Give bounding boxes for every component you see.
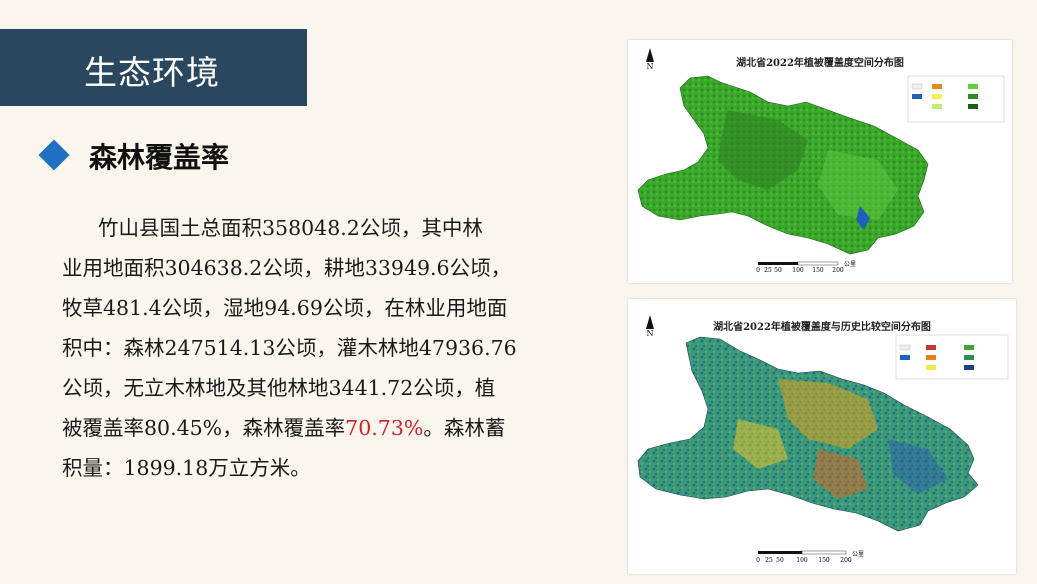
paragraph-line: 竹山县国土总面积358048.2公顷，其中林 (98, 216, 483, 240)
paragraph-line: 积量：1899.18万立方米。 (62, 456, 311, 480)
scale-label: 50 (776, 557, 784, 564)
paragraph-line: 积中：森林247514.13公顷，灌木林地47936.76 (62, 336, 517, 360)
paragraph-text: 被覆盖率80.45%，森林覆盖率 (62, 416, 346, 440)
body-paragraph: 竹山县国土总面积358048.2公顷，其中林 业用地面积304638.2公顷，耕… (62, 208, 517, 488)
scale-label: 200 (832, 267, 844, 274)
scale-label: 0 (756, 267, 760, 274)
north-arrow-icon: N (644, 48, 656, 71)
scale-label: 25 (765, 557, 773, 564)
north-arrow-icon: N (644, 315, 656, 338)
map-title: 湖北省2022年植被覆盖度空间分布图 (736, 58, 904, 69)
vegetation-coverage-map-image: 0 25 50 100 150 200 公里 湖北省2022年植被覆盖度空间分布图 N (628, 40, 1012, 283)
vegetation-coverage-map-graphic: 0 25 50 100 150 200公里 (637, 75, 1005, 274)
diamond-bullet-icon (38, 139, 70, 171)
vegetation-change-map-graphic: 0 25 50 100 150 200公里 (637, 334, 1009, 564)
north-label: N (646, 329, 654, 338)
scale-unit: 公里 (852, 551, 864, 558)
paragraph-text: 。森林蓄 (423, 416, 506, 440)
scale-label: 50 (774, 267, 782, 274)
scale-label: 100 (792, 267, 804, 274)
section-title: 森林覆盖率 (89, 141, 230, 174)
north-label: N (646, 62, 654, 71)
paragraph-line: 牧草481.4公顷，湿地94.69公顷，在林业用地面 (62, 296, 508, 320)
title-banner: 生态环境 (0, 29, 307, 106)
paragraph-line: 公顷，无立木林地及其他林地3441.72公顷，植 (62, 376, 496, 400)
forest-coverage-value: 70.73% (345, 416, 424, 440)
scale-unit: 公里 (844, 261, 856, 268)
scale-label: 200 (840, 557, 852, 564)
scale-label: 150 (818, 557, 830, 564)
vegetation-change-map-image: 0 25 50 100 150 200 公里 湖北省2022年植被覆盖度与历史比较空间分布图… (628, 299, 1016, 574)
page-title: 生态环境 (84, 53, 220, 92)
paragraph-line: 被覆盖率80.45%，森林覆盖率70.73%。森林蓄 (62, 408, 512, 448)
scale-label: 150 (812, 267, 824, 274)
map-title: 湖北省2022年植被覆盖度与历史比较空间分布图 (713, 322, 931, 333)
scale-label: 0 (756, 557, 760, 564)
scale-label: 100 (796, 557, 808, 564)
paragraph-line: 业用地面积304638.2公顷，耕地33949.6公顷， (62, 256, 512, 280)
scale-label: 25 (764, 267, 772, 274)
